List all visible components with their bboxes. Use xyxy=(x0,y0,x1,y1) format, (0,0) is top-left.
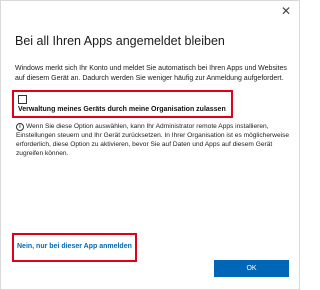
manage-device-label[interactable]: Verwaltung meines Geräts durch meine Org… xyxy=(18,106,226,113)
intro-text: Windows merkt sich Ihr Konto und meldet … xyxy=(15,65,287,82)
manage-device-highlight: Verwaltung meines Geräts durch meine Org… xyxy=(12,90,233,118)
manage-device-checkbox[interactable] xyxy=(18,95,27,104)
info-text: Wenn Sie diese Option auswählen, kann Ih… xyxy=(16,123,290,157)
app-only-highlight: Nein, nur bei dieser App anmelden xyxy=(12,233,137,262)
info-text-block: i Wenn Sie diese Option auswählen, kann I… xyxy=(16,122,290,158)
info-icon: i xyxy=(16,123,24,131)
dialog-title: Bei all Ihren Apps angemeldet bleiben xyxy=(15,34,225,48)
ok-button[interactable]: OK xyxy=(214,260,289,277)
sign-in-dialog: ✕ Bei all Ihren Apps angemeldet bleiben … xyxy=(0,0,300,290)
app-only-signin-link[interactable]: Nein, nur bei dieser App anmelden xyxy=(17,243,132,250)
close-icon[interactable]: ✕ xyxy=(280,5,292,17)
